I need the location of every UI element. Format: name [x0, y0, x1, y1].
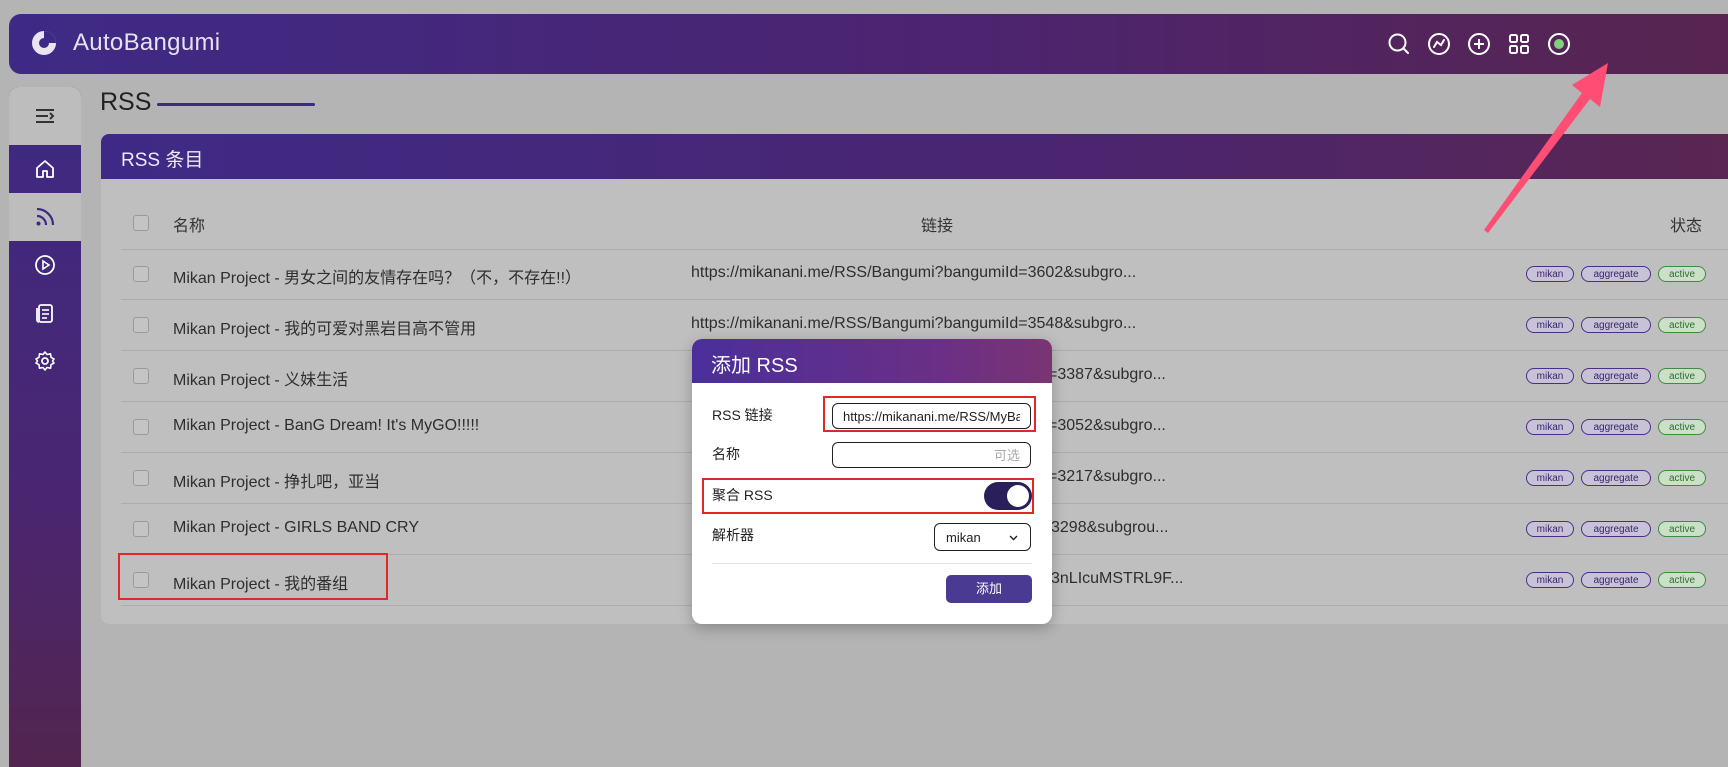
row-name: Mikan Project - 义妹生活: [173, 372, 349, 389]
active-tag: active: [1658, 419, 1706, 435]
menu-collapse-icon: [36, 109, 55, 123]
app-logo-icon: [32, 31, 56, 55]
row-divider: [121, 249, 1728, 250]
add-button[interactable]: 添加: [946, 575, 1032, 603]
grid-icon[interactable]: [1506, 31, 1532, 57]
dialog-title: 添加 RSS: [711, 355, 798, 377]
gear-icon: [35, 351, 55, 371]
page-title: RSS: [100, 88, 152, 116]
row-url: =3217&subgro...: [1048, 468, 1166, 485]
name-label: 名称: [712, 446, 740, 462]
highlight-my-bangumi-row: [118, 553, 388, 600]
row-name: Mikan Project - 我的可爱对黑岩目高不管用: [173, 321, 477, 338]
play-icon: [35, 255, 55, 275]
aggregate-tag: aggregate: [1581, 521, 1651, 537]
add-circle-icon: [1468, 33, 1490, 55]
active-tag: active: [1658, 368, 1706, 384]
highlight-rss-link: [823, 396, 1036, 432]
sidebar-item-home[interactable]: [9, 145, 81, 193]
home-icon: [36, 160, 54, 178]
active-tag: active: [1658, 521, 1706, 537]
mikan-tag: mikan: [1526, 266, 1574, 282]
rss-icon: [36, 207, 55, 226]
row-checkbox[interactable]: [133, 470, 149, 486]
aggregate-tag: aggregate: [1581, 266, 1651, 282]
row-url: https://mikanani.me/RSS/Bangumi?bangumiI…: [691, 315, 1137, 332]
row-checkbox[interactable]: [133, 266, 149, 282]
explore-icon[interactable]: [1426, 31, 1452, 57]
row-url: =3052&subgro...: [1048, 417, 1166, 434]
parser-label: 解析器: [712, 527, 754, 543]
select-all-checkbox[interactable]: [133, 215, 149, 231]
parser-value: mikan: [946, 530, 981, 545]
parser-select[interactable]: mikan: [934, 523, 1031, 551]
mikan-tag: mikan: [1526, 317, 1574, 333]
sidebar: [9, 87, 81, 767]
mikan-tag: mikan: [1526, 521, 1574, 537]
row-url: 3nLIcuMSTRL9F...: [1051, 570, 1184, 587]
col-status-header: 状态: [1670, 218, 1703, 235]
dialog-divider: [712, 563, 1032, 564]
row-name: Mikan Project - 挣扎吧，亚当: [173, 474, 381, 491]
add-rss-button[interactable]: [1466, 31, 1492, 57]
row-url: https://mikanani.me/RSS/Bangumi?bangumiI…: [691, 264, 1137, 281]
mikan-tag: mikan: [1526, 572, 1574, 588]
aggregate-tag: aggregate: [1581, 368, 1651, 384]
app-header: AutoBangumi: [9, 14, 1728, 74]
sidebar-item-config[interactable]: [9, 337, 81, 385]
col-url-header: 链接: [921, 218, 954, 235]
col-name-header: 名称: [173, 218, 206, 235]
row-url: 3298&subgrou...: [1051, 519, 1169, 536]
sidebar-item-rss[interactable]: [9, 193, 81, 241]
search-icon[interactable]: [1386, 31, 1412, 57]
active-tag: active: [1658, 470, 1706, 486]
sidebar-item-log[interactable]: [9, 289, 81, 337]
panel-title: RSS 条目: [121, 150, 204, 171]
chevron-down-icon: [1009, 535, 1018, 541]
mikan-tag: mikan: [1526, 419, 1574, 435]
row-checkbox[interactable]: [133, 368, 149, 384]
row-divider: [121, 299, 1728, 300]
sidebar-item-player[interactable]: [9, 241, 81, 289]
mikan-tag: mikan: [1526, 368, 1574, 384]
row-url: =3387&subgro...: [1048, 366, 1166, 383]
active-tag: active: [1658, 572, 1706, 588]
sidebar-toggle[interactable]: [9, 87, 81, 145]
aggregate-tag: aggregate: [1581, 572, 1651, 588]
active-tag: active: [1658, 317, 1706, 333]
document-icon: [36, 304, 53, 323]
row-name: Mikan Project - GIRLS BAND CRY: [173, 519, 419, 536]
title-underline: [157, 103, 315, 106]
highlight-aggregate: [702, 478, 1034, 514]
active-tag: active: [1658, 266, 1706, 282]
aggregate-tag: aggregate: [1581, 317, 1651, 333]
aggregate-tag: aggregate: [1581, 419, 1651, 435]
row-name: Mikan Project - BanG Dream! It's MyGO!!!…: [173, 417, 480, 434]
row-checkbox[interactable]: [133, 419, 149, 435]
aggregate-tag: aggregate: [1581, 470, 1651, 486]
name-input[interactable]: [832, 442, 1031, 468]
row-checkbox[interactable]: [133, 521, 149, 537]
annotation-arrow: [1484, 63, 1608, 233]
row-name: Mikan Project - 男女之间的友情存在吗？（不，不存在!!）: [173, 270, 582, 287]
status-icon[interactable]: [1546, 31, 1572, 57]
row-checkbox[interactable]: [133, 317, 149, 333]
rss-link-label: RSS 链接: [712, 407, 773, 423]
app-title: AutoBangumi: [73, 29, 221, 56]
mikan-tag: mikan: [1526, 470, 1574, 486]
